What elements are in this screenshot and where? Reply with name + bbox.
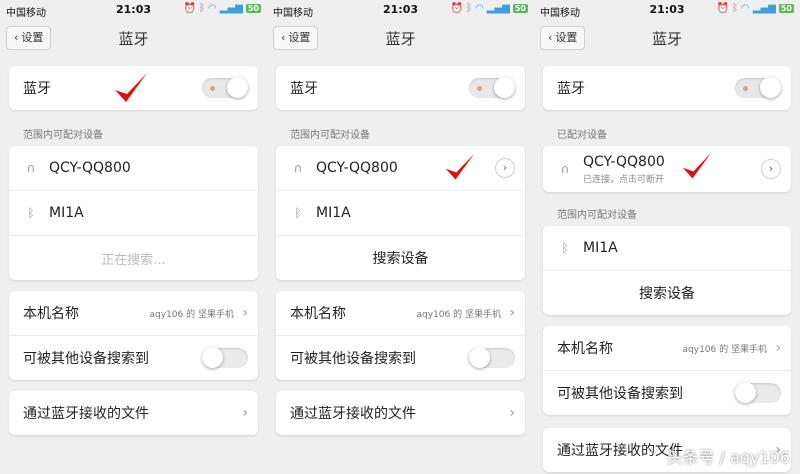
battery-icon: 50 bbox=[245, 4, 261, 13]
alarm-icon: ⏰ bbox=[716, 3, 730, 14]
panel-1: 中国移动 21:03 ⏰ ᛒ ◠ ▂▄▆ 50 ‹ 设置 蓝牙 蓝牙 范围内可配对… bbox=[0, 0, 267, 474]
battery-icon: 50 bbox=[512, 4, 528, 13]
status-bar: 中国移动 21:03 ⏰ ᛒ ◠ ▂▄▆ 50 bbox=[267, 0, 534, 20]
status-bar: 中国移动 21:03 ⏰ ᛒ ◠ ▂▄▆ 50 bbox=[534, 0, 800, 20]
battery-icon: 50 bbox=[778, 4, 794, 13]
searching-status: 正在搜索... bbox=[9, 235, 258, 280]
paired-devices-card: ∩ QCY-QQ800 已连接，点击可断开 › bbox=[543, 146, 791, 192]
bluetooth-label: 蓝牙 bbox=[23, 81, 51, 97]
headphones-icon: ∩ bbox=[26, 161, 36, 175]
section-label: 范围内可配对设备 bbox=[290, 130, 370, 141]
chevron-right-icon: › bbox=[509, 405, 515, 421]
status-bar: 中国移动 21:03 ⏰ ᛒ ◠ ▂▄▆ 50 bbox=[0, 0, 267, 20]
bluetooth-row: 蓝牙 bbox=[276, 66, 525, 110]
discoverable-row: 可被其他设备搜索到 bbox=[543, 370, 791, 415]
device-row[interactable]: ᛒ MI1A bbox=[9, 190, 258, 235]
device-settings-card: 本机名称 aqy106 的 坚果手机 › 可被其他设备搜索到 bbox=[276, 291, 525, 380]
bluetooth-label: 蓝牙 bbox=[557, 81, 585, 97]
bluetooth-row: 蓝牙 bbox=[543, 66, 791, 110]
watermark: 头条号 / aqy106 bbox=[666, 448, 790, 467]
bluetooth-card: 蓝牙 bbox=[276, 66, 525, 110]
panel-2: 中国移动 21:03 ⏰ ᛒ ◠ ▂▄▆ 50 ‹ 设置 蓝牙 蓝牙 范围内可配对… bbox=[267, 0, 534, 474]
signal-icon: ▂▄▆ bbox=[219, 3, 243, 14]
receive-files-row[interactable]: 通过蓝牙接收的文件 › bbox=[276, 391, 525, 435]
device-details-button[interactable]: › bbox=[761, 159, 781, 179]
device-settings-card: 本机名称 aqy106 的 坚果手机 › 可被其他设备搜索到 bbox=[543, 326, 791, 415]
bluetooth-icon: ᛒ bbox=[294, 206, 302, 220]
devices-card: ᛒ MI1A 搜索设备 bbox=[543, 226, 791, 315]
chevron-right-icon: › bbox=[775, 340, 781, 356]
wifi-icon: ◠ bbox=[475, 3, 484, 14]
bluetooth-icon: ᛒ bbox=[732, 3, 739, 14]
check-mark-icon bbox=[445, 153, 475, 180]
page-title: 蓝牙 bbox=[385, 30, 416, 48]
discoverable-toggle[interactable] bbox=[469, 347, 515, 368]
search-devices-button[interactable]: 搜索设备 bbox=[543, 270, 791, 315]
bluetooth-card: 蓝牙 bbox=[543, 66, 791, 110]
signal-icon: ▂▄▆ bbox=[486, 3, 510, 14]
device-row[interactable]: ∩ QCY-QQ800 › bbox=[276, 146, 525, 190]
page-title: 蓝牙 bbox=[651, 30, 682, 48]
receive-files-card: 通过蓝牙接收的文件 › bbox=[9, 391, 258, 435]
signal-icon: ▂▄▆ bbox=[752, 3, 776, 14]
device-row[interactable]: ᛒ MI1A bbox=[276, 190, 525, 235]
device-row[interactable]: ᛒ MI1A bbox=[543, 226, 791, 270]
receive-files-row[interactable]: 通过蓝牙接收的文件 › bbox=[9, 391, 258, 435]
device-details-button[interactable]: › bbox=[495, 158, 515, 178]
bluetooth-icon: ᛒ bbox=[199, 3, 206, 14]
bluetooth-toggle[interactable] bbox=[735, 77, 781, 98]
bluetooth-toggle[interactable] bbox=[202, 77, 248, 98]
device-name-row[interactable]: 本机名称 aqy106 的 坚果手机 › bbox=[543, 326, 791, 370]
check-mark-icon bbox=[115, 73, 147, 102]
alarm-icon: ⏰ bbox=[183, 3, 197, 14]
section-label: 范围内可配对设备 bbox=[23, 130, 103, 141]
discoverable-toggle[interactable] bbox=[202, 347, 248, 368]
wifi-icon: ◠ bbox=[741, 3, 750, 14]
discoverable-row: 可被其他设备搜索到 bbox=[276, 335, 525, 380]
paired-section-label: 已配对设备 bbox=[557, 130, 607, 141]
page-title: 蓝牙 bbox=[118, 30, 149, 48]
connection-status: 已连接，点击可断开 bbox=[583, 174, 665, 185]
section-label: 范围内可配对设备 bbox=[557, 210, 637, 221]
alarm-icon: ⏰ bbox=[450, 3, 464, 14]
bluetooth-icon: ᛒ bbox=[561, 241, 569, 255]
headphones-icon: ∩ bbox=[293, 161, 303, 175]
wifi-icon: ◠ bbox=[208, 3, 217, 14]
paired-device-row[interactable]: ∩ QCY-QQ800 已连接，点击可断开 › bbox=[543, 146, 791, 192]
headphones-icon: ∩ bbox=[560, 162, 570, 176]
device-settings-card: 本机名称 aqy106 的 坚果手机 › 可被其他设备搜索到 bbox=[9, 291, 258, 380]
search-devices-button[interactable]: 搜索设备 bbox=[276, 235, 525, 280]
bluetooth-icon: ᛒ bbox=[466, 3, 473, 14]
device-row[interactable]: ∩ QCY-QQ800 bbox=[9, 146, 258, 190]
receive-files-card: 通过蓝牙接收的文件 › bbox=[276, 391, 525, 435]
bluetooth-toggle[interactable] bbox=[469, 77, 515, 98]
devices-card: ∩ QCY-QQ800 › ᛒ MI1A 搜索设备 bbox=[276, 146, 525, 280]
bluetooth-label: 蓝牙 bbox=[290, 81, 318, 97]
discoverable-row: 可被其他设备搜索到 bbox=[9, 335, 258, 380]
discoverable-toggle[interactable] bbox=[735, 382, 781, 403]
chevron-right-icon: › bbox=[509, 305, 515, 321]
panel-3: 中国移动 21:03 ⏰ ᛒ ◠ ▂▄▆ 50 ‹ 设置 蓝牙 蓝牙 已配对设备 … bbox=[534, 0, 800, 474]
devices-card: ∩ QCY-QQ800 ᛒ MI1A 正在搜索... bbox=[9, 146, 258, 280]
check-mark-icon bbox=[682, 152, 712, 179]
chevron-right-icon: › bbox=[242, 305, 248, 321]
bluetooth-icon: ᛒ bbox=[27, 206, 35, 220]
chevron-right-icon: › bbox=[242, 405, 248, 421]
device-name-row[interactable]: 本机名称 aqy106 的 坚果手机 › bbox=[9, 291, 258, 335]
device-name-row[interactable]: 本机名称 aqy106 的 坚果手机 › bbox=[276, 291, 525, 335]
